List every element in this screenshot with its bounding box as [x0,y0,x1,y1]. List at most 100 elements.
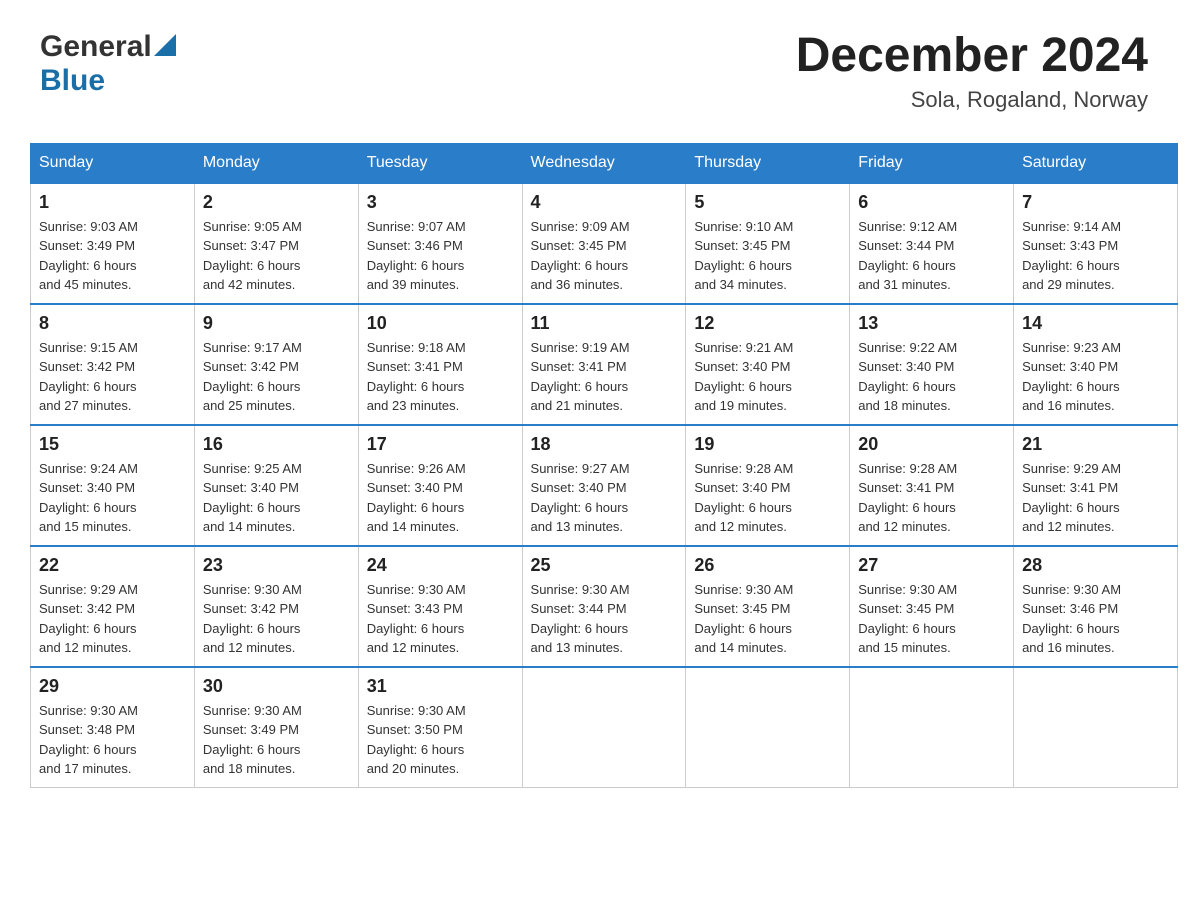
calendar-cell: 7 Sunrise: 9:14 AMSunset: 3:43 PMDayligh… [1014,183,1178,304]
day-number: 19 [694,434,841,455]
day-info: Sunrise: 9:18 AMSunset: 3:41 PMDaylight:… [367,340,466,414]
day-info: Sunrise: 9:30 AMSunset: 3:50 PMDaylight:… [367,703,466,777]
calendar-cell: 16 Sunrise: 9:25 AMSunset: 3:40 PMDaylig… [194,425,358,546]
day-info: Sunrise: 9:29 AMSunset: 3:41 PMDaylight:… [1022,461,1121,535]
day-info: Sunrise: 9:03 AMSunset: 3:49 PMDaylight:… [39,219,138,293]
calendar-cell: 4 Sunrise: 9:09 AMSunset: 3:45 PMDayligh… [522,183,686,304]
calendar-cell: 21 Sunrise: 9:29 AMSunset: 3:41 PMDaylig… [1014,425,1178,546]
day-number: 28 [1022,555,1169,576]
calendar-cell: 31 Sunrise: 9:30 AMSunset: 3:50 PMDaylig… [358,667,522,788]
day-info: Sunrise: 9:25 AMSunset: 3:40 PMDaylight:… [203,461,302,535]
day-number: 3 [367,192,514,213]
day-info: Sunrise: 9:22 AMSunset: 3:40 PMDaylight:… [858,340,957,414]
calendar-cell: 22 Sunrise: 9:29 AMSunset: 3:42 PMDaylig… [31,546,195,667]
weekday-header-sunday: Sunday [31,143,195,183]
day-info: Sunrise: 9:26 AMSunset: 3:40 PMDaylight:… [367,461,466,535]
month-title: December 2024 [796,30,1148,83]
day-info: Sunrise: 9:29 AMSunset: 3:42 PMDaylight:… [39,582,138,656]
day-number: 24 [367,555,514,576]
logo: General Blue [40,30,176,98]
day-info: Sunrise: 9:30 AMSunset: 3:48 PMDaylight:… [39,703,138,777]
weekday-header-tuesday: Tuesday [358,143,522,183]
day-info: Sunrise: 9:30 AMSunset: 3:49 PMDaylight:… [203,703,302,777]
page-header: General Blue December 2024 Sola, Rogalan… [20,20,1168,123]
day-info: Sunrise: 9:30 AMSunset: 3:44 PMDaylight:… [531,582,630,656]
day-number: 2 [203,192,350,213]
day-info: Sunrise: 9:30 AMSunset: 3:46 PMDaylight:… [1022,582,1121,656]
calendar-cell: 29 Sunrise: 9:30 AMSunset: 3:48 PMDaylig… [31,667,195,788]
day-number: 8 [39,313,186,334]
day-info: Sunrise: 9:19 AMSunset: 3:41 PMDaylight:… [531,340,630,414]
logo-blue-text: Blue [40,64,105,97]
calendar-cell: 20 Sunrise: 9:28 AMSunset: 3:41 PMDaylig… [850,425,1014,546]
calendar-cell: 30 Sunrise: 9:30 AMSunset: 3:49 PMDaylig… [194,667,358,788]
day-number: 13 [858,313,1005,334]
calendar-cell: 6 Sunrise: 9:12 AMSunset: 3:44 PMDayligh… [850,183,1014,304]
week-row-5: 29 Sunrise: 9:30 AMSunset: 3:48 PMDaylig… [31,667,1178,788]
day-number: 16 [203,434,350,455]
day-number: 21 [1022,434,1169,455]
calendar-cell: 17 Sunrise: 9:26 AMSunset: 3:40 PMDaylig… [358,425,522,546]
day-number: 31 [367,676,514,697]
day-info: Sunrise: 9:10 AMSunset: 3:45 PMDaylight:… [694,219,793,293]
week-row-4: 22 Sunrise: 9:29 AMSunset: 3:42 PMDaylig… [31,546,1178,667]
day-number: 10 [367,313,514,334]
day-info: Sunrise: 9:30 AMSunset: 3:43 PMDaylight:… [367,582,466,656]
day-number: 26 [694,555,841,576]
calendar-cell: 12 Sunrise: 9:21 AMSunset: 3:40 PMDaylig… [686,304,850,425]
day-number: 6 [858,192,1005,213]
day-number: 5 [694,192,841,213]
calendar-cell: 23 Sunrise: 9:30 AMSunset: 3:42 PMDaylig… [194,546,358,667]
calendar-cell [686,667,850,788]
weekday-header-saturday: Saturday [1014,143,1178,183]
day-info: Sunrise: 9:30 AMSunset: 3:45 PMDaylight:… [694,582,793,656]
calendar-cell: 26 Sunrise: 9:30 AMSunset: 3:45 PMDaylig… [686,546,850,667]
day-number: 4 [531,192,678,213]
day-number: 15 [39,434,186,455]
day-info: Sunrise: 9:21 AMSunset: 3:40 PMDaylight:… [694,340,793,414]
day-info: Sunrise: 9:23 AMSunset: 3:40 PMDaylight:… [1022,340,1121,414]
logo-general-text: General [40,30,152,64]
weekday-header-thursday: Thursday [686,143,850,183]
calendar-cell: 8 Sunrise: 9:15 AMSunset: 3:42 PMDayligh… [31,304,195,425]
day-info: Sunrise: 9:14 AMSunset: 3:43 PMDaylight:… [1022,219,1121,293]
calendar-cell: 15 Sunrise: 9:24 AMSunset: 3:40 PMDaylig… [31,425,195,546]
week-row-2: 8 Sunrise: 9:15 AMSunset: 3:42 PMDayligh… [31,304,1178,425]
day-number: 18 [531,434,678,455]
calendar-cell: 10 Sunrise: 9:18 AMSunset: 3:41 PMDaylig… [358,304,522,425]
day-info: Sunrise: 9:15 AMSunset: 3:42 PMDaylight:… [39,340,138,414]
day-info: Sunrise: 9:17 AMSunset: 3:42 PMDaylight:… [203,340,302,414]
day-number: 29 [39,676,186,697]
day-number: 1 [39,192,186,213]
calendar-cell: 24 Sunrise: 9:30 AMSunset: 3:43 PMDaylig… [358,546,522,667]
day-info: Sunrise: 9:07 AMSunset: 3:46 PMDaylight:… [367,219,466,293]
calendar-cell: 1 Sunrise: 9:03 AMSunset: 3:49 PMDayligh… [31,183,195,304]
logo-triangle-icon [154,34,176,56]
calendar-cell: 27 Sunrise: 9:30 AMSunset: 3:45 PMDaylig… [850,546,1014,667]
day-info: Sunrise: 9:05 AMSunset: 3:47 PMDaylight:… [203,219,302,293]
day-info: Sunrise: 9:28 AMSunset: 3:40 PMDaylight:… [694,461,793,535]
day-number: 25 [531,555,678,576]
day-info: Sunrise: 9:30 AMSunset: 3:45 PMDaylight:… [858,582,957,656]
calendar-cell: 13 Sunrise: 9:22 AMSunset: 3:40 PMDaylig… [850,304,1014,425]
calendar-cell [522,667,686,788]
calendar-cell: 25 Sunrise: 9:30 AMSunset: 3:44 PMDaylig… [522,546,686,667]
weekday-header-row: SundayMondayTuesdayWednesdayThursdayFrid… [31,143,1178,183]
calendar-cell [1014,667,1178,788]
calendar-cell: 9 Sunrise: 9:17 AMSunset: 3:42 PMDayligh… [194,304,358,425]
day-info: Sunrise: 9:28 AMSunset: 3:41 PMDaylight:… [858,461,957,535]
day-info: Sunrise: 9:27 AMSunset: 3:40 PMDaylight:… [531,461,630,535]
day-number: 12 [694,313,841,334]
week-row-3: 15 Sunrise: 9:24 AMSunset: 3:40 PMDaylig… [31,425,1178,546]
day-info: Sunrise: 9:24 AMSunset: 3:40 PMDaylight:… [39,461,138,535]
day-number: 22 [39,555,186,576]
day-number: 17 [367,434,514,455]
day-number: 7 [1022,192,1169,213]
day-info: Sunrise: 9:09 AMSunset: 3:45 PMDaylight:… [531,219,630,293]
calendar-cell: 2 Sunrise: 9:05 AMSunset: 3:47 PMDayligh… [194,183,358,304]
calendar-cell: 19 Sunrise: 9:28 AMSunset: 3:40 PMDaylig… [686,425,850,546]
day-number: 11 [531,313,678,334]
title-section: December 2024 Sola, Rogaland, Norway [796,30,1148,113]
weekday-header-wednesday: Wednesday [522,143,686,183]
calendar-cell: 18 Sunrise: 9:27 AMSunset: 3:40 PMDaylig… [522,425,686,546]
